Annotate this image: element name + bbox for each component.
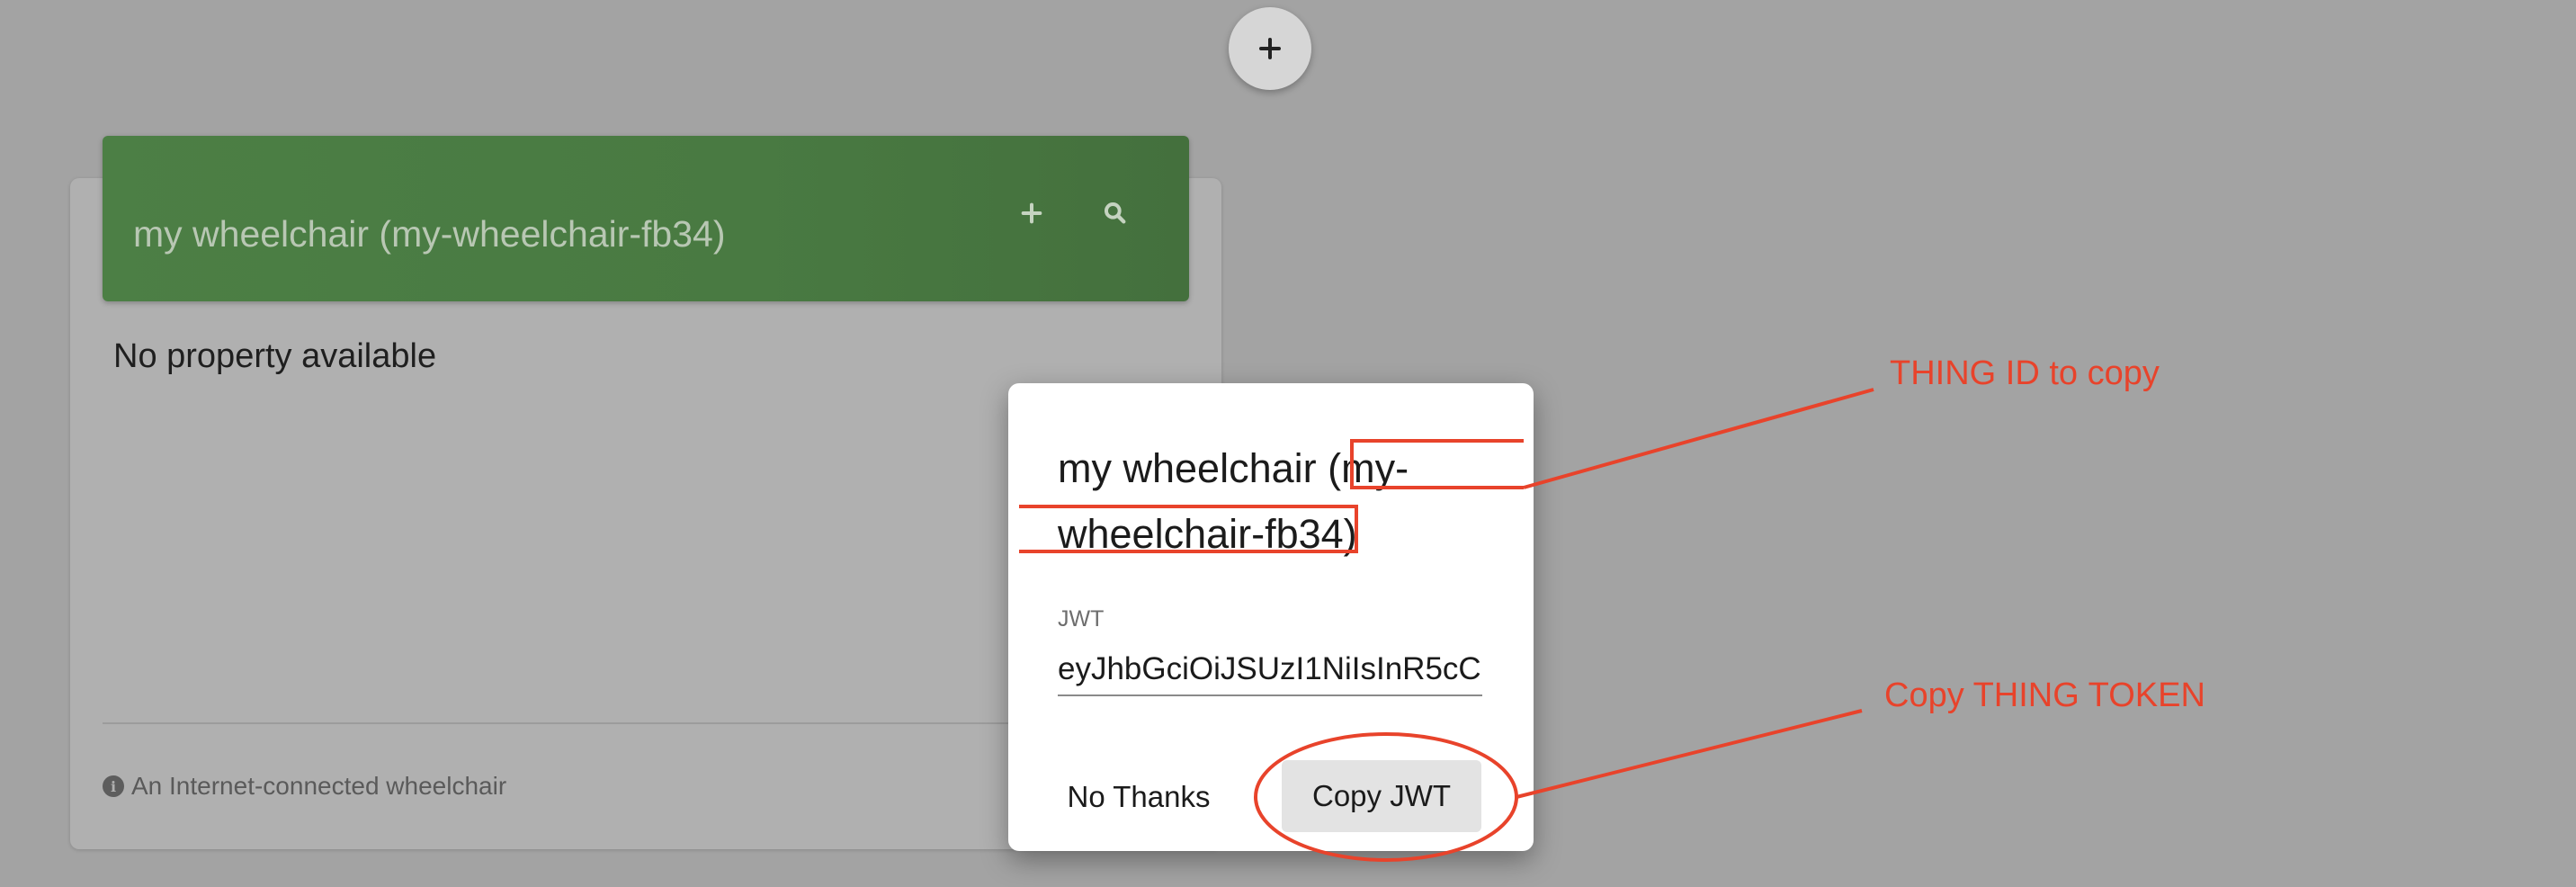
card-description-text: An Internet-connected wheelchair (131, 772, 507, 800)
card-description: i An Internet-connected wheelchair (103, 772, 506, 801)
dialog-title: my wheelchair (my-wheelchair-fb34) (1058, 445, 1409, 557)
jwt-field[interactable] (1058, 644, 1482, 696)
no-thanks-button[interactable]: No Thanks (1058, 761, 1220, 833)
token-leader-line (1516, 709, 1863, 799)
search-icon (1105, 202, 1126, 224)
token-annotation: Copy THING TOKEN (1884, 676, 2205, 714)
copy-jwt-button[interactable]: Copy JWT (1282, 760, 1481, 832)
jwt-dialog: my wheelchair (my-wheelchair-fb34) JWT N… (1008, 383, 1534, 851)
plus-icon (1021, 202, 1042, 224)
thing-id-leader-line (1523, 388, 1874, 489)
thing-id-annotation: THING ID to copy (1890, 354, 2160, 392)
add-thing-button[interactable] (1229, 7, 1311, 90)
jwt-label: JWT (1058, 606, 1105, 632)
plus-icon (1259, 38, 1281, 59)
card-divider (103, 722, 1011, 724)
info-icon: i (103, 775, 124, 797)
search-button[interactable] (1096, 193, 1135, 233)
add-property-button[interactable] (1012, 193, 1051, 233)
no-property-text: No property available (113, 337, 437, 375)
card-title: my wheelchair (my-wheelchair-fb34) (133, 213, 726, 255)
card-header: my wheelchair (my-wheelchair-fb34) (103, 136, 1189, 301)
